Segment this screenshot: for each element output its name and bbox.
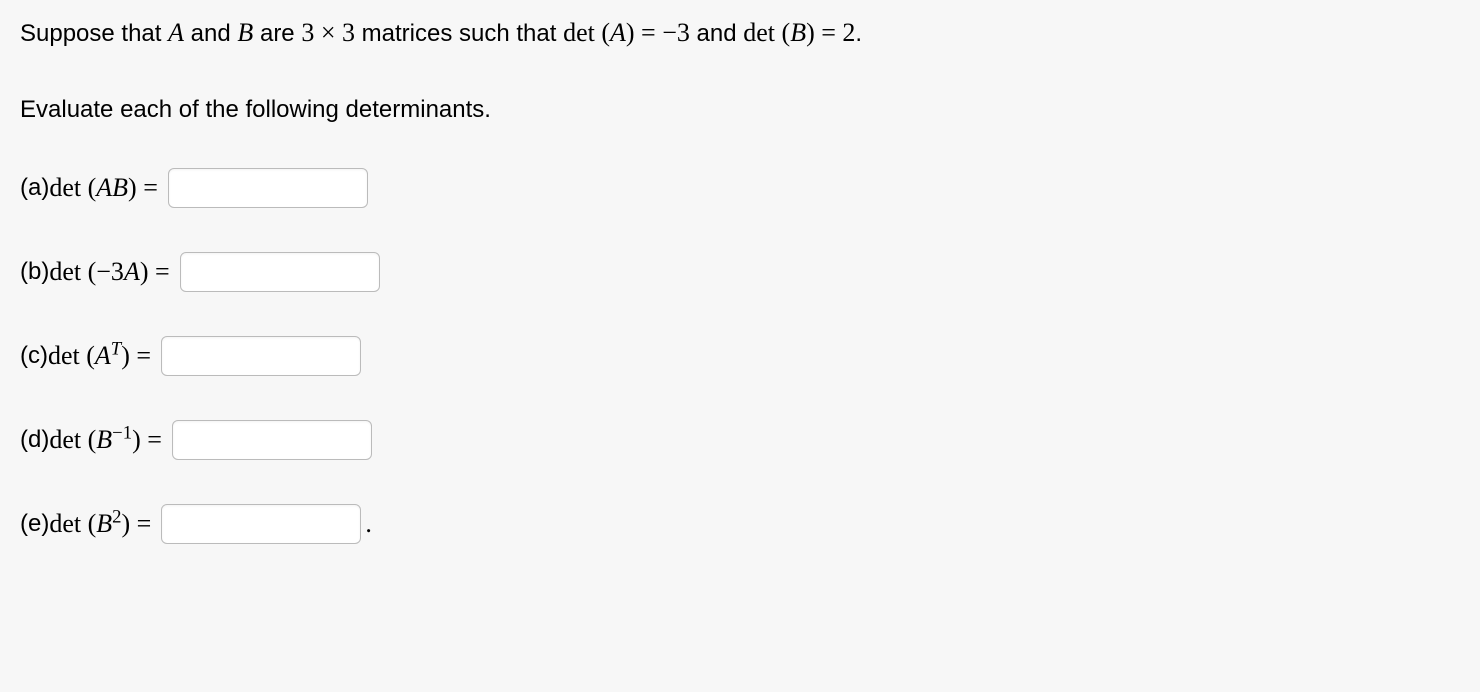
answer-input-a[interactable] <box>168 168 368 208</box>
label-b: (b) <box>20 258 49 286</box>
intro-dim: 3 × 3 <box>301 18 355 47</box>
intro-matrices: matrices such that <box>355 20 563 47</box>
answer-input-e[interactable] <box>161 504 361 544</box>
expr-b: det (−3A) = <box>49 257 169 287</box>
intro-are: are <box>253 20 301 47</box>
intro-detA: det (A) = −3 <box>563 18 690 47</box>
intro-B: B <box>237 18 253 47</box>
question-c: (c) det (AT) = <box>20 336 1460 376</box>
expr-d: det (B−1) = <box>49 425 162 455</box>
intro-period: . <box>855 20 862 47</box>
intro-detB: det (B) = 2 <box>743 18 855 47</box>
question-b: (b) det (−3A) = <box>20 252 1460 292</box>
expr-a: det (AB) = <box>49 173 158 203</box>
answer-input-c[interactable] <box>161 336 361 376</box>
answer-input-b[interactable] <box>180 252 380 292</box>
question-e: (e) det (B2) = . <box>20 504 1460 544</box>
intro-text-1: Suppose that <box>20 20 168 47</box>
intro-A: A <box>168 18 184 47</box>
label-d: (d) <box>20 426 49 454</box>
label-a: (a) <box>20 174 49 202</box>
problem-intro: Suppose that A and B are 3 × 3 matrices … <box>20 18 1460 48</box>
answer-input-d[interactable] <box>172 420 372 460</box>
label-e: (e) <box>20 510 49 538</box>
expr-e: det (B2) = <box>49 509 151 539</box>
question-a: (a) det (AB) = <box>20 168 1460 208</box>
question-d: (d) det (B−1) = <box>20 420 1460 460</box>
label-c: (c) <box>20 342 48 370</box>
intro-and: and <box>184 20 237 47</box>
trailing-period: . <box>365 509 372 539</box>
expr-c: det (AT) = <box>48 341 151 371</box>
instruction-text: Evaluate each of the following determina… <box>20 96 1460 124</box>
intro-and2: and <box>690 20 743 47</box>
